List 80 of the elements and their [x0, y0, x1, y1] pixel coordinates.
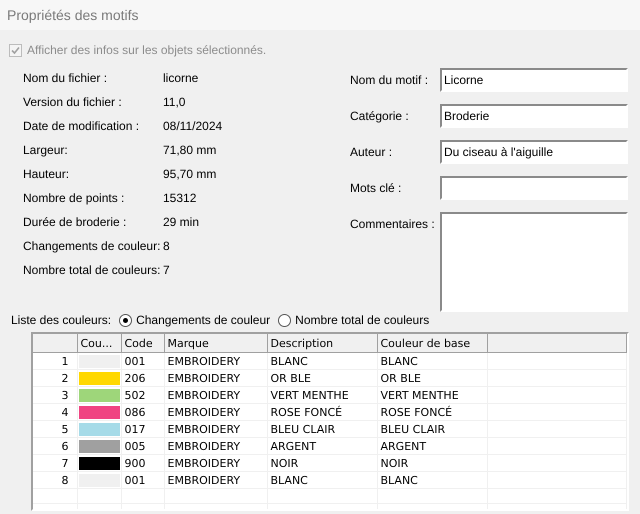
table-cell: 086: [121, 404, 164, 420]
table-cell: BLANC: [267, 472, 377, 488]
info-value: 71,80 mm: [163, 143, 216, 157]
table-cell: EMBROIDERY: [164, 472, 267, 488]
radio-label[interactable]: Changements de couleur: [136, 313, 270, 327]
table-cell: 206: [121, 370, 164, 386]
table-cell: VERT MENTHE: [267, 386, 377, 404]
text-field[interactable]: Licorne: [440, 68, 628, 92]
info-label: Changements de couleur:: [23, 239, 162, 253]
table-cell: 001: [121, 352, 164, 370]
info-label: Version du fichier :: [23, 95, 123, 109]
info-label: Durée de broderie :: [23, 215, 128, 229]
text-field[interactable]: Du ciseau à l'aiguille: [440, 140, 628, 164]
table-cell: NOIR: [377, 454, 487, 472]
info-label: Largeur:: [23, 143, 69, 157]
field-label: Nom du motif :: [350, 72, 430, 87]
info-label: Nom du fichier :: [23, 71, 108, 85]
table-cell: BLANC: [377, 352, 487, 370]
list-label: Liste des couleurs:: [11, 313, 112, 327]
info-value: licorne: [163, 71, 198, 85]
column-header[interactable]: Description: [267, 334, 377, 352]
info-label: Date de modification :: [23, 119, 140, 133]
table-cell: EMBROIDERY: [164, 454, 267, 472]
table-cell: EMBROIDERY: [164, 438, 267, 454]
checkbox-label: Afficher des infos sur les objets sélectionnés.: [27, 43, 266, 57]
window-title: Propriétés des motifs: [7, 7, 138, 23]
table-cell: EMBROIDERY: [164, 370, 267, 386]
table-cell: EMBROIDERY: [164, 386, 267, 404]
table-cell: OR BLE: [377, 370, 487, 386]
row-number: 8: [33, 472, 77, 488]
info-value: 7: [163, 263, 170, 277]
table-cell: 502: [121, 386, 164, 404]
info-value: 29 min: [163, 215, 200, 229]
info-value: 08/11/2024: [163, 119, 222, 133]
comment-field[interactable]: [440, 212, 628, 312]
radio-button[interactable]: [119, 314, 132, 326]
table-cell: 001: [121, 472, 164, 488]
table-cell: EMBROIDERY: [164, 420, 267, 438]
table-cell: BLEU CLAIR: [267, 420, 377, 438]
row-number: 2: [33, 370, 77, 386]
field-label: Mots clé :: [350, 180, 402, 195]
info-value: 15312: [163, 191, 196, 205]
text-field[interactable]: Broderie: [440, 104, 628, 128]
info-value: 8: [163, 239, 170, 253]
info-label: Nombre de points :: [23, 191, 126, 205]
table-cell: BLANC: [377, 472, 487, 488]
radio-label[interactable]: Nombre total de couleurs: [295, 313, 430, 327]
column-header[interactable]: Couleur de base: [377, 334, 487, 352]
table-cell: ARGENT: [377, 438, 487, 454]
field-label: Catégorie :: [350, 108, 410, 123]
table-cell: NOIR: [267, 454, 377, 472]
row-number: 5: [33, 420, 77, 438]
table-cell: ARGENT: [267, 438, 377, 454]
column-header[interactable]: Code: [121, 334, 164, 352]
row-number: 3: [33, 386, 77, 404]
row-number: 7: [33, 454, 77, 472]
table-cell: ROSE FONCÉ: [377, 404, 487, 420]
radio-button[interactable]: [278, 314, 292, 326]
info-label: Hauteur:: [23, 167, 70, 181]
column-header[interactable]: Marque: [164, 334, 267, 352]
column-header[interactable]: Cou...: [77, 334, 121, 352]
table-cell: 005: [121, 438, 164, 454]
table-cell: BLEU CLAIR: [377, 420, 487, 438]
table-cell: EMBROIDERY: [164, 352, 267, 370]
table-cell: 900: [121, 454, 164, 472]
table-cell: ROSE FONCÉ: [267, 404, 377, 420]
text-field[interactable]: [440, 176, 628, 200]
field-label: Commentaires :: [350, 216, 436, 231]
table-cell: BLANC: [267, 352, 377, 370]
row-number: 6: [33, 438, 77, 454]
table-cell: 017: [121, 420, 164, 438]
info-value: 11,0: [163, 95, 186, 109]
table-cell: VERT MENTHE: [377, 386, 487, 404]
info-value: 95,70 mm: [163, 167, 216, 181]
info-label: Nombre total de couleurs:: [23, 263, 162, 277]
table-cell: EMBROIDERY: [164, 404, 267, 420]
row-number: 1: [33, 352, 77, 370]
row-number: 4: [33, 404, 77, 420]
field-label: Auteur :: [350, 144, 394, 159]
table-cell: OR BLE: [267, 370, 377, 386]
